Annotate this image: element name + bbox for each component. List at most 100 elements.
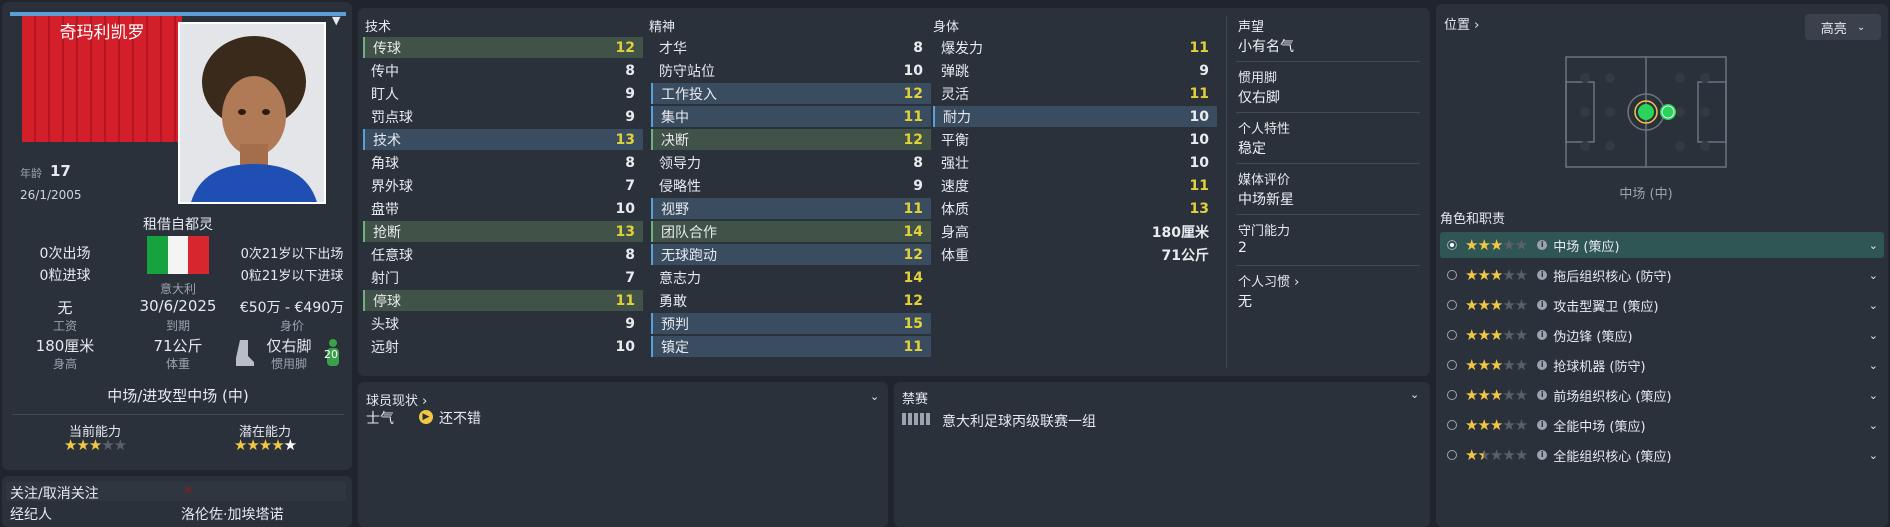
role-row[interactable]: ★★★★★ i 抢球机器 (防守) ⌄ [1440,352,1884,378]
attribute-row[interactable]: 无球跑动 12 [651,244,931,265]
attribute-row[interactable]: 集中 11 [651,106,931,127]
attribute-row[interactable]: 爆发力 11 [933,37,1217,58]
info-icon[interactable]: i [1537,270,1548,280]
height-label: 身高 [52,357,77,371]
attribute-name: 集中 [661,109,689,126]
player-status-title[interactable]: 球员现状 › [366,390,427,409]
attribute-row[interactable]: 停球 11 [363,290,643,311]
chevron-down-icon[interactable]: ▼ [332,14,340,27]
chevron-down-icon: ⌄ [1856,21,1866,33]
attribute-row[interactable]: 耐力 10 [933,106,1217,127]
attribute-row[interactable]: 镇定 11 [651,336,931,357]
chevron-down-icon[interactable]: ⌄ [1869,419,1878,432]
attribute-row[interactable]: 速度 11 [933,175,1217,196]
info-icon[interactable]: i [1537,390,1548,400]
attribute-value: 8 [625,154,635,171]
attribute-row[interactable]: 罚点球 9 [363,106,643,127]
chevron-down-icon[interactable]: ⌄ [870,390,879,403]
attribute-row[interactable]: 传中 8 [363,60,643,81]
divider [1236,163,1420,164]
role-radio[interactable] [1447,420,1457,430]
ban-bars-icon [902,413,930,425]
chevron-down-icon[interactable]: ⌄ [1410,388,1419,401]
attribute-row[interactable]: 工作投入 12 [651,83,931,104]
attribute-row[interactable]: 远射 10 [363,336,643,357]
attribute-row[interactable]: 任意球 8 [363,244,643,265]
role-radio[interactable] [1447,270,1457,280]
appearances: 0次出场 [39,246,91,262]
highlight-dropdown[interactable]: 高亮 ⌄ [1805,14,1881,40]
attribute-row[interactable]: 才华 8 [651,37,931,58]
info-icon[interactable]: i [1537,450,1548,460]
attribute-row[interactable]: 传球 12 [363,37,643,58]
attribute-value: 12 [903,131,923,148]
attribute-row[interactable]: 侵略性 9 [651,175,931,196]
attribute-row[interactable]: 技术 13 [363,129,643,150]
chevron-down-icon[interactable]: ⌄ [1869,449,1878,462]
info-label[interactable]: 个人习惯 › [1238,271,1299,290]
info-icon[interactable]: i [1537,240,1548,250]
attribute-row[interactable]: 盯人 9 [363,83,643,104]
attribute-row[interactable]: 体重 71公斤 [933,244,1217,265]
chevron-down-icon[interactable]: ⌄ [1869,269,1878,282]
role-row[interactable]: ★★★★★ i 全能组织核心 (策应) ⌄ [1440,442,1884,468]
info-icon[interactable]: i [1537,420,1548,430]
info-icon[interactable]: i [1537,360,1548,370]
attribute-row[interactable]: 预判 15 [651,313,931,334]
role-radio[interactable] [1447,240,1457,250]
attribute-row[interactable]: 灵活 11 [933,83,1217,104]
role-radio[interactable] [1447,450,1457,460]
attribute-value: 9 [625,85,635,102]
italy-flag[interactable] [147,236,210,274]
role-radio[interactable] [1447,300,1457,310]
attribute-row[interactable]: 界外球 7 [363,175,643,196]
attribute-row[interactable]: 防守站位 10 [651,60,931,81]
role-radio[interactable] [1447,360,1457,370]
attribute-name: 射门 [371,270,399,287]
attribute-row[interactable]: 勇敢 12 [651,290,931,311]
chevron-down-icon[interactable]: ⌄ [1869,239,1878,252]
role-row[interactable]: ★★★★★ i 拖后组织核心 (防守) ⌄ [1440,262,1884,288]
attribute-row[interactable]: 身高 180厘米 [933,221,1217,242]
follow-toggle-link[interactable]: 关注/取消关注 [10,483,99,503]
roles-title: 角色和职责 [1440,212,1506,227]
attribute-value: 13 [615,131,635,148]
attribute-row[interactable]: 射门 7 [363,267,643,288]
attribute-row[interactable]: 弹跳 9 [933,60,1217,81]
attribute-name: 弹跳 [941,63,969,80]
attribute-name: 体重 [941,247,969,264]
chevron-down-icon[interactable]: ⌄ [1869,389,1878,402]
chevron-down-icon[interactable]: ⌄ [1869,329,1878,342]
role-row[interactable]: ★★★★★ i 前场组织核心 (策应) ⌄ [1440,382,1884,408]
attribute-row[interactable]: 抢断 13 [363,221,643,242]
attribute-row[interactable]: 强壮 10 [933,152,1217,173]
info-icon[interactable]: i [1537,330,1548,340]
chevron-down-icon[interactable]: ⌄ [1869,299,1878,312]
role-row[interactable]: ★★★★★ i 攻击型翼卫 (策应) ⌄ [1440,292,1884,318]
boot-icon [234,338,256,368]
attribute-row[interactable]: 体质 13 [933,198,1217,219]
attribute-row[interactable]: 盘带 10 [363,198,643,219]
info-label: 声望 [1238,20,1265,35]
info-icon[interactable]: i [1537,300,1548,310]
role-row[interactable]: ★★★★★ i 全能中场 (策应) ⌄ [1440,412,1884,438]
player-photo [178,22,326,204]
chevron-down-icon[interactable]: ⌄ [1869,359,1878,372]
attribute-row[interactable]: 意志力 14 [651,267,931,288]
attribute-row[interactable]: 领导力 8 [651,152,931,173]
attribute-row[interactable]: 决断 12 [651,129,931,150]
role-radio[interactable] [1447,390,1457,400]
role-row[interactable]: ★★★★★ i 中场 (策应) ⌄ [1440,232,1884,258]
attribute-row[interactable]: 头球 9 [363,313,643,334]
follow-status-icon: ✕ [183,483,194,497]
attribute-row[interactable]: 平衡 10 [933,129,1217,150]
agent-value[interactable]: 洛伦佐·加埃塔诺 [181,504,283,524]
attribute-value: 10 [1189,154,1209,171]
position-title[interactable]: 位置 › [1444,14,1479,33]
attribute-row[interactable]: 团队合作 14 [651,221,931,242]
attribute-row[interactable]: 角球 8 [363,152,643,173]
attribute-row[interactable]: 视野 11 [651,198,931,219]
info-value: 稳定 [1238,141,1266,157]
role-row[interactable]: ★★★★★ i 伪边锋 (策应) ⌄ [1440,322,1884,348]
role-radio[interactable] [1447,330,1457,340]
